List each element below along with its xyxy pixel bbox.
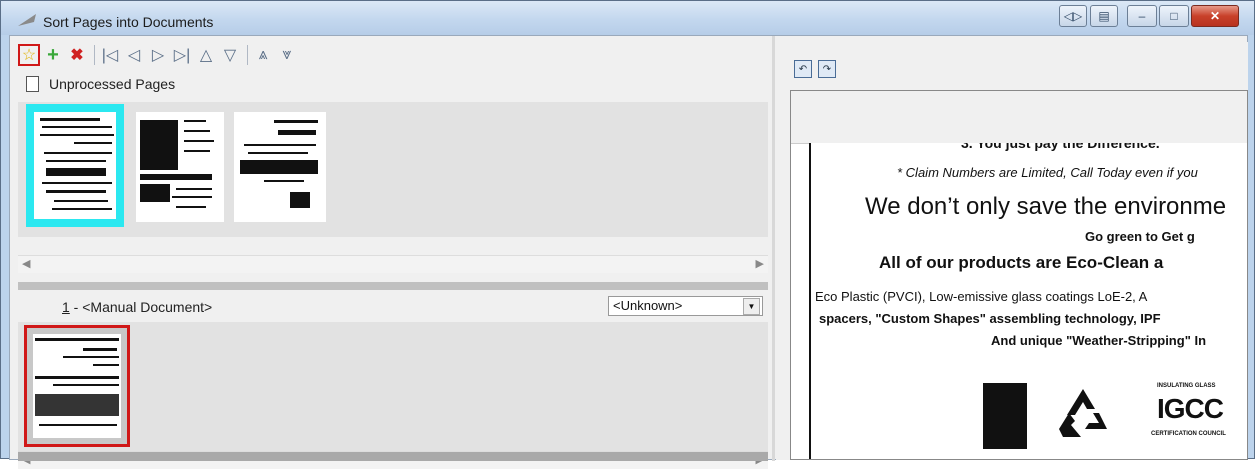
window-title: Sort Pages into Documents xyxy=(43,14,214,30)
chevron-down-icon[interactable]: ▼ xyxy=(743,298,760,315)
page-preview xyxy=(33,334,121,438)
toolbar: ☆ + ✖ |◁ ◁ ▷ ▷| △ ▽ ⩓ ⩔ xyxy=(18,43,300,67)
first-icon[interactable]: |◁ xyxy=(99,44,121,66)
last-icon[interactable]: ▷| xyxy=(171,44,193,66)
unprocessed-header: Unprocessed Pages xyxy=(26,76,175,92)
maximize-button[interactable]: □ xyxy=(1159,5,1189,27)
add-icon[interactable]: + xyxy=(42,44,64,66)
view-icon[interactable]: ▤ xyxy=(1090,5,1118,27)
logo-lettering: CERTIFICATION COUNCIL xyxy=(1151,431,1226,437)
preview-line: And unique "Weather-Stripping" In xyxy=(991,333,1207,348)
sort-pages-icon xyxy=(18,14,36,26)
minimize-button[interactable]: ‒ xyxy=(1127,5,1157,27)
document-separator: - xyxy=(69,299,83,315)
delete-icon[interactable]: ✖ xyxy=(66,44,88,66)
move-bottom-icon[interactable]: ⩔ xyxy=(276,44,298,66)
document-type-value: <Unknown> xyxy=(613,298,683,313)
vertical-splitter[interactable] xyxy=(772,36,775,461)
pane-splitter[interactable] xyxy=(18,282,768,290)
toolbar-separator xyxy=(94,45,95,65)
scroll-right-icon[interactable]: ▶ xyxy=(756,257,764,270)
logo-lettering: IGCC xyxy=(1157,393,1224,424)
close-button[interactable]: ✕ xyxy=(1191,5,1239,27)
unprocessed-label: Unprocessed Pages xyxy=(49,76,176,92)
star-icon[interactable]: ☆ xyxy=(18,44,40,66)
page-thumbnail[interactable] xyxy=(234,112,326,222)
page-thumbnail[interactable] xyxy=(136,112,224,222)
preview-line: We don’t only save the environme xyxy=(865,193,1227,220)
horizontal-scrollbar[interactable]: ◀ ▶ xyxy=(18,255,768,273)
preview-line: Go green to Get g xyxy=(1085,229,1195,244)
document-header: 1 - <Manual Document> <Unknown> ▼ xyxy=(18,290,768,322)
document-number[interactable]: 1 xyxy=(62,299,70,315)
document-page-thumbnail[interactable] xyxy=(24,325,130,447)
page-preview xyxy=(34,112,116,219)
rotate-left-icon[interactable]: ↶ xyxy=(794,60,812,78)
preview-line: spacers, "Custom Shapes" assembling tech… xyxy=(819,311,1161,326)
previous-icon[interactable]: ◁ xyxy=(123,44,145,66)
next-icon[interactable]: ▷ xyxy=(147,44,169,66)
viewer-margin xyxy=(791,91,1247,144)
toolbar-separator xyxy=(247,45,248,65)
preview-line: * Claim Numbers are Limited, Call Today … xyxy=(897,165,1198,180)
page-thumbnail[interactable] xyxy=(26,104,124,227)
scroll-left-icon[interactable]: ◀ xyxy=(22,257,30,270)
energy-star-logo xyxy=(983,383,1027,449)
preview-toolbar: ↶ ↷ xyxy=(794,60,836,78)
igcc-logo: INSULATING GLASS IGCC CERTIFICATION COUN… xyxy=(1151,383,1247,455)
unprocessed-pane: Unprocessed Pages ◀ ▶ xyxy=(18,72,768,273)
document-type-select[interactable]: <Unknown> ▼ xyxy=(608,296,763,316)
snap-icon[interactable]: ◁▷ xyxy=(1059,5,1087,27)
preview-pane: ↶ ↷ 3. You just pay the Difference. * Cl… xyxy=(776,42,1248,460)
down-icon[interactable]: ▽ xyxy=(219,44,241,66)
rotate-right-icon[interactable]: ↷ xyxy=(818,60,836,78)
recycle-icon xyxy=(1059,389,1107,437)
title-bar[interactable]: Sort Pages into Documents ◁▷ ▤ ‒ □ ✕ xyxy=(1,1,1254,35)
client-area: ☆ + ✖ |◁ ◁ ▷ ▷| △ ▽ ⩓ ⩔ Unprocessed Page… xyxy=(9,35,1248,469)
logo-lettering: INSULATING GLASS xyxy=(1157,383,1216,389)
app-window: Sort Pages into Documents ◁▷ ▤ ‒ □ ✕ ☆ +… xyxy=(0,0,1255,469)
document-name: <Manual Document> xyxy=(82,299,213,315)
document-title: 1 - <Manual Document> xyxy=(62,299,212,315)
preview-line: 3. You just pay the Difference. xyxy=(961,143,1160,151)
up-icon[interactable]: △ xyxy=(195,44,217,66)
move-top-icon[interactable]: ⩓ xyxy=(252,44,274,66)
unprocessed-thumbnails xyxy=(18,102,768,237)
page-content: 3. You just pay the Difference. * Claim … xyxy=(809,143,1247,459)
status-strip xyxy=(18,452,768,461)
preview-line: Eco Plastic (PVCI), Low-emissive glass c… xyxy=(815,289,1148,304)
document-thumbnails: ◀ ▶ xyxy=(18,322,768,469)
document-icon xyxy=(26,76,39,92)
preview-line: All of our products are Eco-Clean a xyxy=(879,253,1164,272)
page-viewer[interactable]: 3. You just pay the Difference. * Claim … xyxy=(790,90,1248,460)
